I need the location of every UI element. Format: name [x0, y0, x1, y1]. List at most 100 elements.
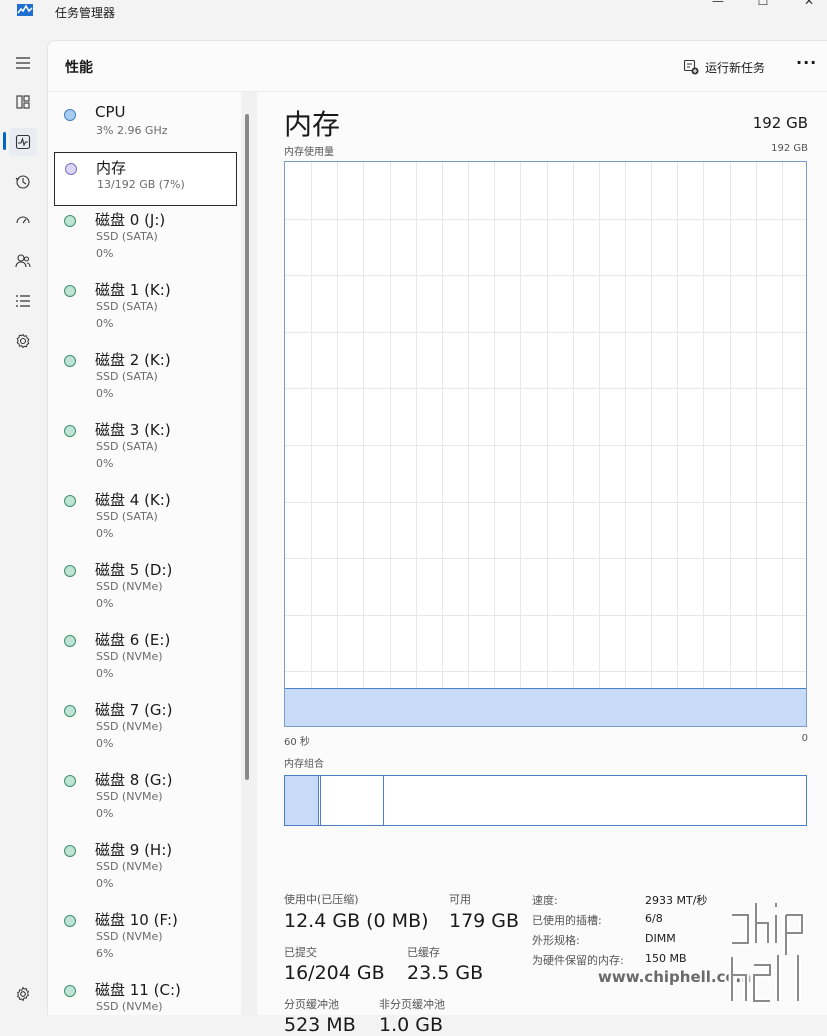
in-use-label: 使用中(已压缩) — [284, 893, 359, 906]
nonpaged-pool-label: 非分页缓冲池 — [379, 998, 445, 1011]
nav-processes[interactable] — [9, 88, 37, 116]
device-subtitle: SSD (NVMe) — [96, 860, 163, 873]
composition-standby — [320, 776, 385, 825]
more-options-button[interactable]: ··· — [796, 53, 817, 72]
device-subtitle: SSD (SATA) — [96, 300, 158, 313]
device-list-scrollbar[interactable] — [241, 92, 257, 1015]
run-new-task-label: 运行新任务 — [705, 60, 766, 75]
device-item[interactable]: 磁盘 3 (K:) SSD (SATA) 0% — [54, 415, 237, 470]
device-subtitle: SSD (SATA) — [96, 440, 158, 453]
device-name: 内存 — [96, 159, 127, 177]
spec-slots-value: 6/8 — [645, 912, 663, 925]
hamburger-menu-button[interactable] — [9, 49, 37, 77]
device-subtitle: SSD (NVMe) — [96, 790, 163, 803]
device-utilization: 6% — [96, 947, 114, 960]
device-name: CPU — [95, 103, 126, 121]
device-name: 磁盘 3 (K:) — [95, 421, 171, 439]
app-history-icon — [15, 175, 30, 189]
device-name: 磁盘 1 (K:) — [95, 281, 171, 299]
nav-details[interactable] — [9, 287, 37, 315]
app-title: 任务管理器 — [55, 6, 116, 20]
device-item[interactable]: 磁盘 5 (D:) SSD (NVMe) 0% — [54, 555, 237, 610]
device-item[interactable]: 磁盘 0 (J:) SSD (SATA) 0% — [54, 205, 237, 260]
device-item[interactable]: 磁盘 2 (K:) SSD (SATA) 0% — [54, 345, 237, 400]
scrollbar-thumb[interactable] — [245, 114, 249, 780]
device-list: CPU 3% 2.96 GHz 内存 13/192 GB (7%) 磁盘 0 (J:) S… — [48, 92, 241, 1015]
device-utilization: 0% — [96, 597, 114, 610]
minimize-button[interactable]: — — [706, 0, 730, 10]
nav-app-history[interactable] — [9, 168, 37, 196]
nav-settings[interactable] — [9, 980, 37, 1008]
task-manager-app-icon — [17, 4, 33, 16]
device-subtitle: SSD (SATA) — [96, 370, 158, 383]
device-item[interactable]: 磁盘 1 (K:) SSD (SATA) 0% — [54, 275, 237, 330]
hamburger-menu-icon — [16, 57, 30, 69]
spec-speed-label: 速度: — [532, 894, 558, 907]
device-utilization: 0% — [96, 247, 114, 260]
title-bar: 任务管理器 — ☐ ✕ — [0, 0, 827, 30]
device-status-dot-icon — [65, 163, 77, 175]
device-item[interactable]: 磁盘 4 (K:) SSD (SATA) 0% — [54, 485, 237, 540]
run-new-task-button[interactable]: 运行新任务 — [683, 56, 765, 78]
close-button[interactable]: ✕ — [797, 0, 821, 10]
usage-graph-max: 192 GB — [771, 143, 808, 154]
graph-axis-right-label: 0 — [801, 733, 808, 744]
device-subtitle: SSD (NVMe) — [96, 930, 163, 943]
content-area: 性能 运行新任务 ··· CPU 3% 2.96 GHz 内存 13/192 GB (… — [47, 40, 827, 1036]
device-utilization: 0% — [96, 457, 114, 470]
detail-title: 内存 — [284, 108, 341, 141]
navigation-rail — [0, 40, 47, 1014]
device-item[interactable]: 磁盘 7 (G:) SSD (NVMe) 0% — [54, 695, 237, 750]
device-item[interactable]: 磁盘 8 (G:) SSD (NVMe) 0% — [54, 765, 237, 820]
graph-axis-left-label: 60 秒 — [284, 737, 310, 748]
device-status-dot-icon — [64, 705, 76, 717]
device-subtitle: SSD (NVMe) — [96, 580, 163, 593]
device-item[interactable]: 磁盘 11 (C:) SSD (NVMe) — [54, 975, 237, 1015]
device-item[interactable]: 内存 13/192 GB (7%) — [54, 152, 237, 206]
device-item[interactable]: CPU 3% 2.96 GHz — [54, 99, 237, 153]
device-item[interactable]: 磁盘 6 (E:) SSD (NVMe) 0% — [54, 625, 237, 680]
device-subtitle: SSD (SATA) — [96, 510, 158, 523]
maximize-button[interactable]: ☐ — [751, 0, 775, 10]
device-utilization: 0% — [96, 667, 114, 680]
device-status-dot-icon — [64, 915, 76, 927]
device-status-dot-icon — [64, 775, 76, 787]
device-item[interactable]: 磁盘 9 (H:) SSD (NVMe) 0% — [54, 835, 237, 890]
memory-total: 192 GB — [752, 114, 808, 132]
device-status-dot-icon — [64, 285, 76, 297]
spec-slots-label: 已使用的插槽: — [532, 914, 602, 927]
device-status-dot-icon — [64, 425, 76, 437]
device-status-dot-icon — [64, 495, 76, 507]
device-status-dot-icon — [64, 565, 76, 577]
in-use-value: 12.4 GB (0 MB) — [284, 910, 429, 932]
cached-value: 23.5 GB — [407, 962, 484, 984]
nav-performance[interactable] — [9, 128, 37, 156]
spec-reserved-value: 150 MB — [645, 952, 687, 965]
device-item[interactable]: 磁盘 10 (F:) SSD (NVMe) 6% — [54, 905, 237, 960]
performance-icon — [15, 134, 31, 150]
device-status-dot-icon — [64, 845, 76, 857]
nonpaged-pool-value: 1.0 GB — [379, 1014, 444, 1036]
device-subtitle: SSD (NVMe) — [96, 720, 163, 733]
device-name: 磁盘 7 (G:) — [95, 701, 173, 719]
spec-reserved-label: 为硬件保留的内存: — [532, 954, 624, 967]
services-icon — [16, 333, 30, 349]
nav-services[interactable] — [9, 327, 37, 355]
device-subtitle: 3% 2.96 GHz — [96, 124, 168, 137]
run-new-task-icon — [683, 59, 699, 75]
device-utilization: 0% — [96, 387, 114, 400]
device-utilization: 0% — [96, 317, 114, 330]
available-label: 可用 — [449, 893, 471, 906]
device-utilization: 0% — [96, 807, 114, 820]
device-utilization: 0% — [96, 877, 114, 890]
nav-startup-apps[interactable] — [9, 207, 37, 235]
users-icon — [15, 254, 31, 268]
composition-in-use — [285, 776, 319, 825]
device-name: 磁盘 4 (K:) — [95, 491, 171, 509]
nav-users[interactable] — [9, 247, 37, 275]
device-status-dot-icon — [64, 635, 76, 647]
usage-graph-label: 内存使用量 — [284, 147, 334, 158]
settings-icon — [16, 986, 30, 1002]
processes-icon — [16, 95, 30, 109]
paged-pool-label: 分页缓冲池 — [284, 998, 339, 1011]
